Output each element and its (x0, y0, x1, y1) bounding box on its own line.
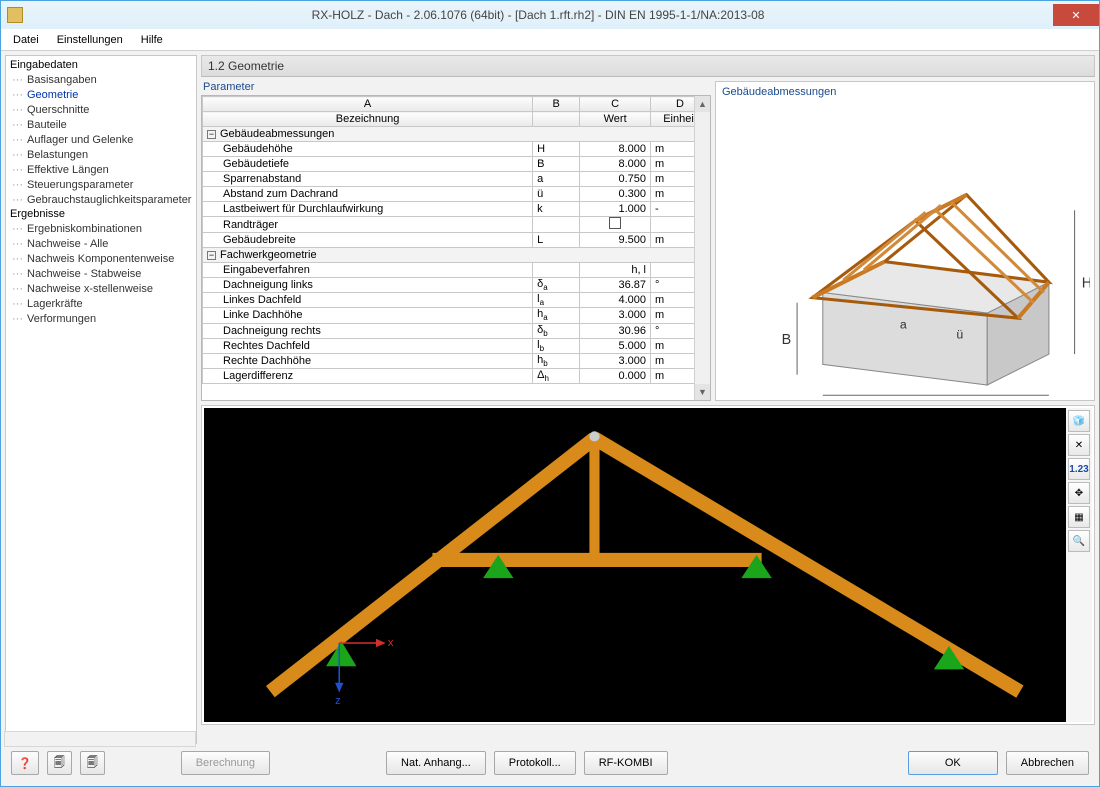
svg-text:z: z (335, 695, 341, 707)
svg-text:ü: ü (956, 328, 963, 342)
tree-item-lagerkraefte[interactable]: ···Lagerkräfte (6, 296, 196, 311)
vp-tool-6[interactable]: 🔍 (1068, 530, 1090, 552)
col-c[interactable]: C (580, 97, 651, 112)
menubar: Datei Einstellungen Hilfe (1, 29, 1099, 51)
protokoll-button[interactable]: Protokoll... (494, 751, 576, 775)
table-row: Eingabeverfahrenh, l (203, 263, 710, 278)
svg-text:B: B (782, 332, 792, 348)
table-row: Lastbeiwert für Durchlaufwirkungk1.000- (203, 202, 710, 217)
tree-item-belastungen[interactable]: ···Belastungen (6, 147, 196, 162)
menu-hilfe[interactable]: Hilfe (133, 32, 171, 48)
scroll-up-icon[interactable]: ▲ (695, 96, 710, 112)
menu-einstellungen[interactable]: Einstellungen (49, 32, 131, 48)
parameter-grid[interactable]: A B C D Bezeichnung Wert Einheit (201, 95, 711, 401)
col-wert: Wert (580, 112, 651, 127)
svg-text:a: a (900, 317, 907, 331)
nav-tree: Eingabedaten ···Basisangaben ···Geometri… (5, 55, 197, 744)
vp-tool-3[interactable]: 1.23 (1068, 458, 1090, 480)
footer-bar: ❓ 🗐 🗐 Berechnung Nat. Anhang... Protokol… (5, 744, 1095, 782)
col-bezeichnung: Bezeichnung (203, 112, 533, 127)
collapse-icon[interactable]: − (207, 251, 216, 260)
viewport-toolbar: 🧊 ✕ 1.23 ✥ ▦ 🔍 (1066, 408, 1092, 722)
menu-datei[interactable]: Datei (5, 32, 47, 48)
table-row: GebäudetiefeB8.000m (203, 157, 710, 172)
tree-item-nachweis-komp[interactable]: ···Nachweis Komponentenweise (6, 251, 196, 266)
table-row: Randträger (203, 217, 710, 233)
table-row: Abstand zum Dachrandü0.300m (203, 187, 710, 202)
ok-button[interactable]: OK (908, 751, 998, 775)
tree-item-nachweise-x[interactable]: ···Nachweise x-stellenweise (6, 281, 196, 296)
table-row: Dachneigung linksδa36.87° (203, 278, 710, 293)
toolbar-btn-2[interactable]: 🗐 (80, 751, 105, 775)
close-icon: ✕ (1071, 9, 1080, 22)
table-row: GebäudehöheH8.000m (203, 142, 710, 157)
vp-tool-2[interactable]: ✕ (1068, 434, 1090, 456)
table-row: LagerdifferenzΔh0.000m (203, 369, 710, 384)
scroll-down-icon[interactable]: ▼ (695, 384, 710, 400)
abbrechen-button[interactable]: Abbrechen (1006, 751, 1089, 775)
tree-item-basisangaben[interactable]: ···Basisangaben (6, 72, 196, 87)
toolbar-btn-1[interactable]: 🗐 (47, 751, 72, 775)
grid-vscroll[interactable]: ▲ ▼ (694, 96, 710, 400)
tree-item-bauteile[interactable]: ···Bauteile (6, 117, 196, 132)
tree-item-nachweise-alle[interactable]: ···Nachweise - Alle (6, 236, 196, 251)
col-b[interactable]: B (533, 97, 580, 112)
tree-section-eingabedaten[interactable]: Eingabedaten (6, 58, 196, 72)
section-header: 1.2 Geometrie (201, 55, 1095, 77)
svg-text:x: x (388, 637, 394, 649)
tree-item-verformungen[interactable]: ···Verformungen (6, 311, 196, 326)
tree-item-auflager[interactable]: ···Auflager und Gelenke (6, 132, 196, 147)
close-button[interactable]: ✕ (1053, 4, 1099, 26)
table-row: Linke Dachhöheha3.000m (203, 308, 710, 323)
table-row: GebäudebreiteL9.500m (203, 233, 710, 248)
tree-item-nachweise-stab[interactable]: ···Nachweise - Stabweise (6, 266, 196, 281)
tree-section-ergebnisse[interactable]: Ergebnisse (6, 207, 196, 221)
table-row: Rechte Dachhöhehb3.000m (203, 353, 710, 368)
vp-tool-1[interactable]: 🧊 (1068, 410, 1090, 432)
table-row: Linkes Dachfeldla4.000m (203, 293, 710, 308)
randtraeger-checkbox (609, 217, 621, 229)
svg-text:H: H (1082, 275, 1090, 291)
rf-kombi-button[interactable]: RF-KOMBI (584, 751, 668, 775)
berechnung-button[interactable]: Berechnung (181, 751, 270, 775)
tree-item-steuerung[interactable]: ···Steuerungsparameter (6, 177, 196, 192)
tree-item-geometrie[interactable]: ···Geometrie (6, 87, 196, 102)
tree-item-effektive[interactable]: ···Effektive Längen (6, 162, 196, 177)
nat-anhang-button[interactable]: Nat. Anhang... (386, 751, 486, 775)
table-row: Rechtes Dachfeldlb5.000m (203, 338, 710, 353)
model-viewport[interactable]: x z (204, 408, 1066, 722)
preview-title: Gebäudeabmessungen (716, 82, 1094, 102)
vp-tool-4[interactable]: ✥ (1068, 482, 1090, 504)
table-row: Sparrenabstanda0.750m (203, 172, 710, 187)
preview-panel: Gebäudeabmessungen (715, 81, 1095, 401)
tree-hscroll[interactable] (5, 731, 196, 744)
app-icon (7, 7, 23, 23)
vp-tool-5[interactable]: ▦ (1068, 506, 1090, 528)
titlebar[interactable]: RX-HOLZ - Dach - 2.06.1076 (64bit) - [Da… (1, 1, 1099, 29)
collapse-icon[interactable]: − (207, 130, 216, 139)
tree-item-gebrauchs[interactable]: ···Gebrauchstauglichkeitsparameter (6, 192, 196, 207)
tree-item-querschnitte[interactable]: ···Querschnitte (6, 102, 196, 117)
window-title: RX-HOLZ - Dach - 2.06.1076 (64bit) - [Da… (23, 8, 1053, 22)
parameter-label: Parameter (201, 81, 711, 95)
help-button[interactable]: ❓ (11, 751, 39, 775)
col-a[interactable]: A (203, 97, 533, 112)
tree-item-ergebnis[interactable]: ···Ergebniskombinationen (6, 221, 196, 236)
preview-canvas: H L B a ü (720, 106, 1090, 397)
table-row: Dachneigung rechtsδb30.96° (203, 323, 710, 338)
